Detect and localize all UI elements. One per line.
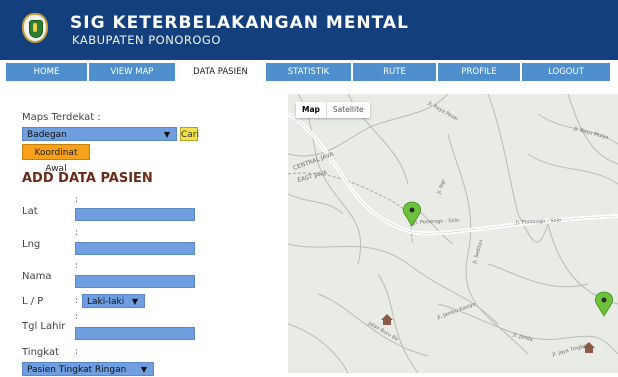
lng-colon: : <box>75 228 79 238</box>
lat-label: Lat <box>22 206 38 217</box>
tingkat-colon: : <box>75 347 79 357</box>
add-data-pasien-title: ADD DATA PASIEN <box>22 171 153 186</box>
map-label-jalan-buru: Jalan Buru Ba <box>366 320 399 343</box>
nama-colon: : <box>75 261 79 271</box>
nav-home[interactable]: HOME <box>6 63 87 81</box>
nama-input[interactable] <box>75 275 195 288</box>
nav-view-map[interactable]: VIEW MAP <box>89 63 175 81</box>
map-canvas: CENTRAL JAVA EAST JAVA Jl. Ponorogo - So… <box>288 94 618 373</box>
chevron-down-icon: ▼ <box>131 297 138 306</box>
map-label-jambu: Jl. Jambu Kaniyo <box>436 301 477 321</box>
main-road <box>288 112 618 236</box>
map-label-central-java: CENTRAL JAVA <box>292 150 335 171</box>
tgl-lahir-colon: : <box>75 312 79 322</box>
map-type-satellite-button[interactable]: Satellite <box>325 102 370 118</box>
page-subtitle: KABUPATEN PONOROGO <box>72 33 221 47</box>
nav-data-pasien[interactable]: DATA PASIEN <box>177 63 264 81</box>
map-type-control: Map Satellite <box>296 102 370 118</box>
nama-label: Nama <box>22 271 52 282</box>
tingkat-value: Pasien Tingkat Ringan <box>27 365 127 375</box>
koordinat-awal-button[interactable]: Koordinat Awal <box>22 144 90 174</box>
chevron-down-icon: ▼ <box>163 130 170 139</box>
province-boundary <box>288 172 414 245</box>
map-label-raya-pasar: Jl. Raya Pasar <box>426 100 460 123</box>
lat-colon: : <box>75 195 79 205</box>
tgl-lahir-label: Tgl Lahir <box>22 321 66 332</box>
jenis-kelamin-label: L / P <box>22 296 44 307</box>
map-label-jaya: Jl. Jaya Tingkat <box>551 343 589 359</box>
map-label-sedayu: Jl. Sedayu <box>472 239 484 265</box>
app-header: SIG KETERBELAKANGAN MENTAL KABUPATEN PON… <box>0 0 618 60</box>
map-view[interactable]: CENTRAL JAVA EAST JAVA Jl. Ponorogo - So… <box>288 94 618 373</box>
tingkat-label: Tingkat <box>22 347 59 358</box>
shield-logo-icon <box>22 13 48 43</box>
jenis-kelamin-colon: : <box>75 296 79 306</box>
maps-terdekat-select[interactable]: Badegan ▼ <box>22 127 177 141</box>
page-title: SIG KETERBELAKANGAN MENTAL <box>70 13 409 33</box>
nav-logout[interactable]: LOGOUT <box>522 63 610 81</box>
map-type-map-button[interactable]: Map <box>296 102 326 118</box>
main-nav: HOME VIEW MAP DATA PASIEN STATISTIK RUTE… <box>0 60 618 82</box>
map-label-east-java: EAST JAVA <box>297 169 329 184</box>
maps-terdekat-value: Badegan <box>27 130 67 140</box>
house-icon <box>381 314 393 325</box>
jenis-kelamin-select[interactable]: Laki-laki ▼ <box>82 294 145 308</box>
map-label-ngr: Jl. Ngr <box>436 178 447 196</box>
nav-profile[interactable]: PROFILE <box>438 63 520 81</box>
lng-label: Lng <box>22 239 41 250</box>
nav-rute[interactable]: RUTE <box>353 63 436 81</box>
form-panel: Maps Terdekat : Badegan ▼ Cari Koordinat… <box>0 82 288 376</box>
chevron-down-icon: ▼ <box>140 365 147 374</box>
maps-terdekat-label: Maps Terdekat : <box>22 112 101 123</box>
patient-marker-icon[interactable] <box>595 291 613 317</box>
tingkat-select[interactable]: Pasien Tingkat Ringan ▼ <box>22 362 154 376</box>
lat-input[interactable] <box>75 208 195 221</box>
map-label-ponorogo-solo-2: Jl. Ponorogo - Solo <box>515 218 561 226</box>
map-label-bayu: Jl. Bayu Mulyo <box>573 126 609 141</box>
jenis-kelamin-value: Laki-laki <box>87 297 125 307</box>
lng-input[interactable] <box>75 242 195 255</box>
cari-button[interactable]: Cari <box>180 127 199 141</box>
nav-statistik[interactable]: STATISTIK <box>266 63 351 81</box>
tgl-lahir-input[interactable] <box>75 327 195 340</box>
map-label-ponorogo-solo: Jl. Ponorogo - Solo <box>413 218 459 226</box>
